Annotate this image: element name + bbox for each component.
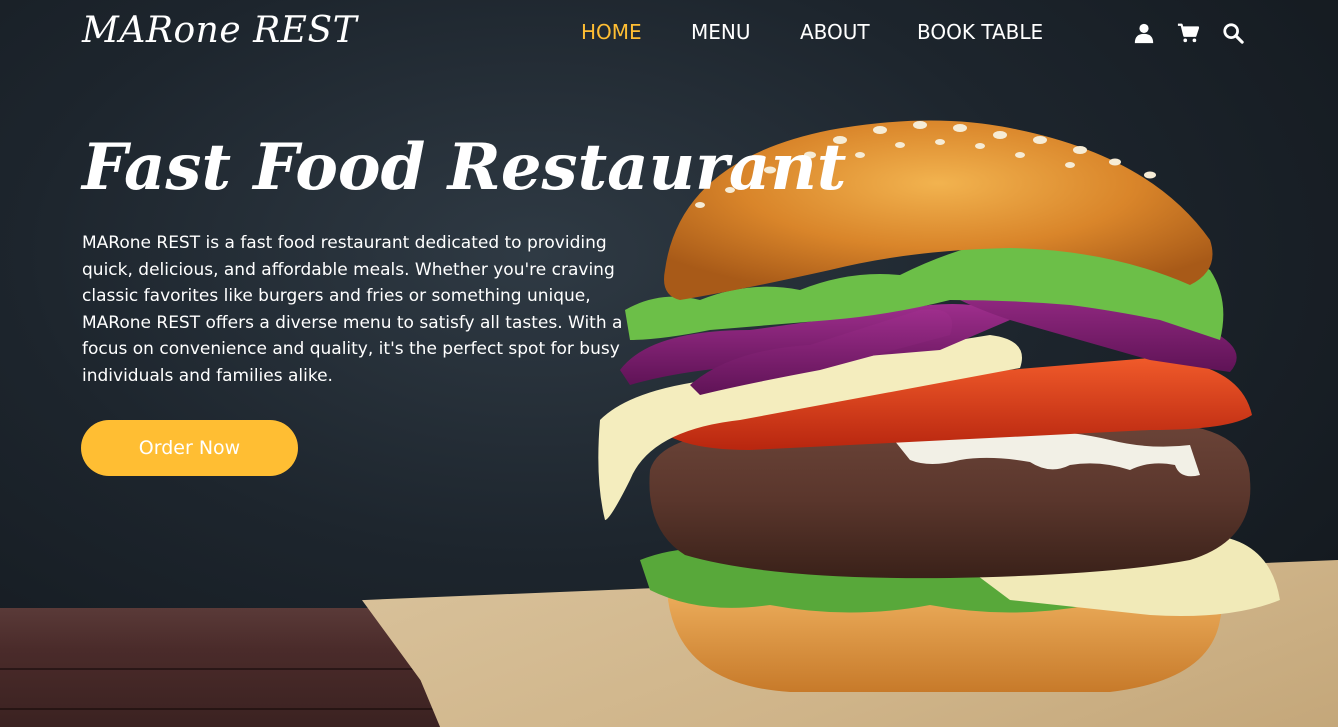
user-icon[interactable] bbox=[1133, 22, 1155, 44]
order-now-button[interactable]: Order Now bbox=[81, 420, 298, 476]
navbar: MARone REST HOME MENU ABOUT BOOK TABLE bbox=[0, 0, 1338, 68]
brand-logo[interactable]: MARone REST bbox=[82, 10, 357, 51]
hero-title: Fast Food Restaurant bbox=[82, 130, 847, 205]
nav-link-home[interactable]: HOME bbox=[581, 20, 642, 44]
search-icon[interactable] bbox=[1222, 22, 1244, 44]
nav-link-book-table[interactable]: BOOK TABLE bbox=[917, 20, 1043, 44]
hero-description: MARone REST is a fast food restaurant de… bbox=[82, 233, 623, 386]
nav-link-about[interactable]: ABOUT bbox=[800, 20, 870, 44]
cart-icon[interactable] bbox=[1177, 22, 1199, 44]
nav-link-menu[interactable]: MENU bbox=[691, 20, 751, 44]
